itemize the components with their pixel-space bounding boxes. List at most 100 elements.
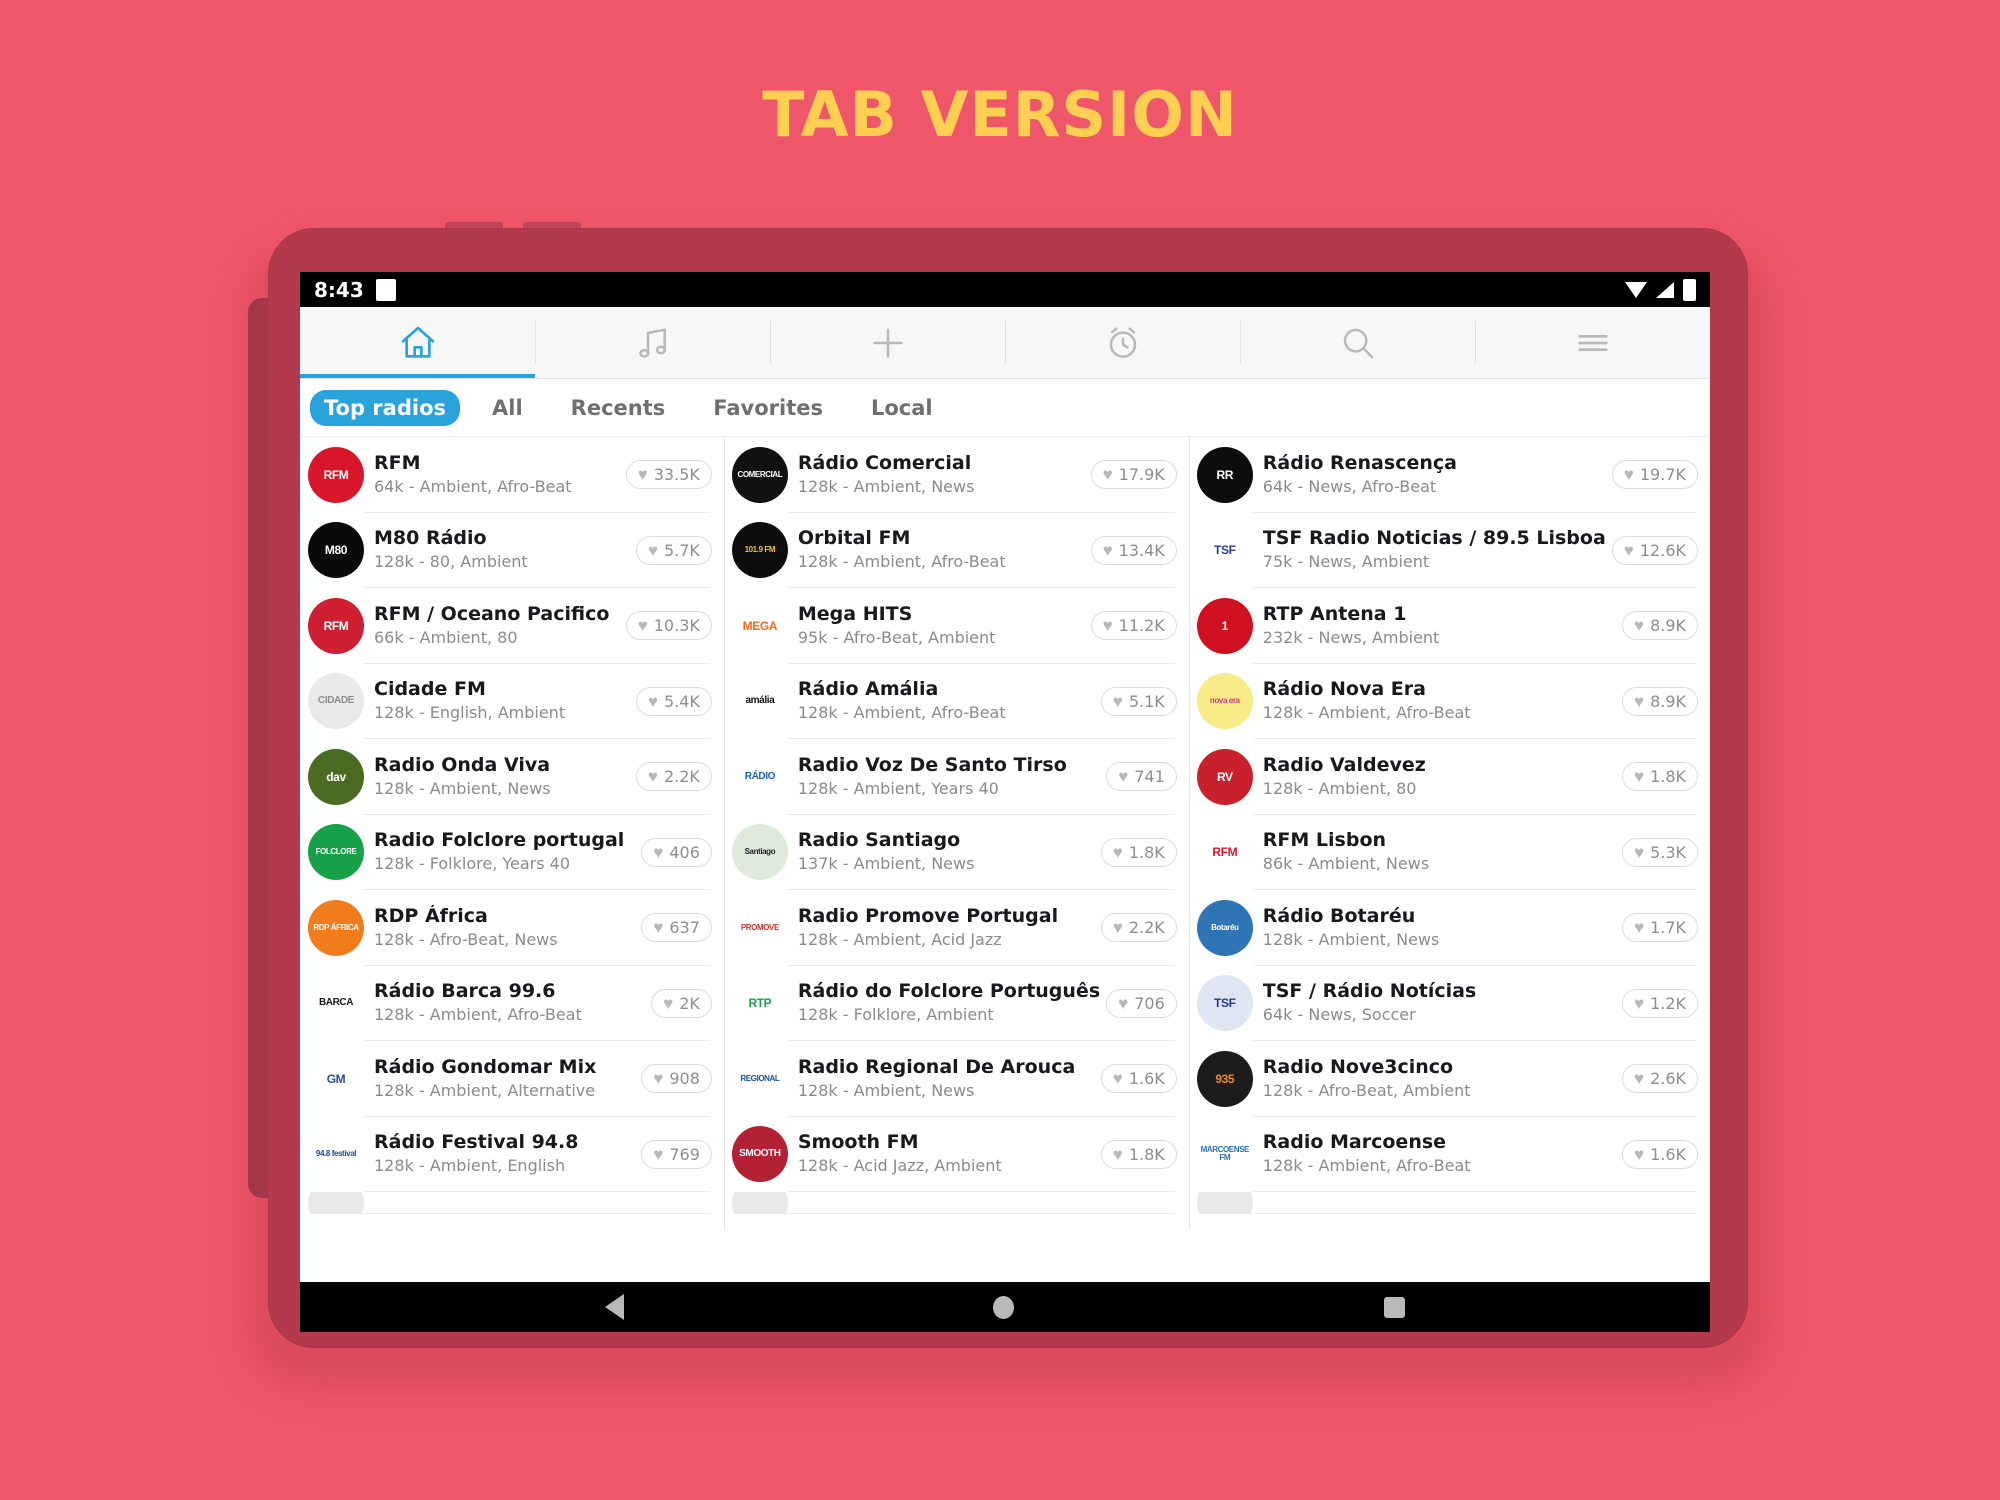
like-count-badge[interactable]: ♥ 17.9K xyxy=(1090,460,1177,490)
station-row[interactable]: 935 Radio Nove3cinco 128k - Afro-Beat, Amb… xyxy=(1189,1041,1710,1117)
signal-icon xyxy=(1656,281,1674,298)
station-row[interactable]: SMOOTH Smooth FM 128k - Acid Jazz, Ambient… xyxy=(724,1117,1189,1193)
like-count-badge[interactable]: ♥ 1.8K xyxy=(1621,762,1698,792)
station-meta: 66k - Ambient, 80 xyxy=(374,627,518,647)
station-row[interactable]: RÁDIO Radio Voz De Santo Tirso 128k - Ambi… xyxy=(724,739,1189,815)
station-logo: MEGA xyxy=(731,597,788,654)
station-row[interactable]: dav Radio Onda Viva 128k - Ambient, News ♥ 2… xyxy=(300,739,724,815)
station-row[interactable]: M80 M80 Rádio 128k - 80, Ambient ♥ 5.7K xyxy=(300,513,724,589)
like-count-badge[interactable]: ♥ 5.7K xyxy=(635,535,712,565)
like-count-badge[interactable]: ♥ 2K xyxy=(651,988,712,1018)
station-meta: 128k - Acid Jazz, Ambient xyxy=(797,1156,1002,1176)
station-meta: 64k - News, Soccer xyxy=(1262,1005,1416,1025)
like-count-badge[interactable]: ♥ 5.4K xyxy=(635,686,712,716)
heart-icon: ♥ xyxy=(1623,540,1634,560)
like-count-badge[interactable]: ♥ 1.2K xyxy=(1621,988,1698,1018)
station-row-partial[interactable] xyxy=(1189,1192,1710,1214)
like-count-badge[interactable]: ♥ 2.2K xyxy=(1100,913,1177,943)
like-count-badge[interactable]: ♥ 19.7K xyxy=(1611,460,1698,490)
tab-alarm[interactable] xyxy=(1005,307,1240,378)
station-row[interactable]: RR Rádio Renascença 64k - News, Afro-Beat ♥… xyxy=(1189,437,1710,513)
station-row[interactable]: amália Rádio Amália 128k - Ambient, Afro-B… xyxy=(724,664,1189,740)
back-triangle-icon[interactable] xyxy=(604,1294,624,1320)
station-row[interactable]: RFM RFM Lisbon 86k - Ambient, News ♥ 5.3K xyxy=(1189,815,1710,891)
station-row[interactable]: MARCOENSE FM Radio Marcoense 128k - Ambien… xyxy=(1189,1117,1710,1193)
heart-icon: ♥ xyxy=(1633,691,1645,711)
like-count-badge[interactable]: ♥ 33.5K xyxy=(625,460,712,490)
tab-add[interactable] xyxy=(770,307,1005,378)
like-count-badge[interactable]: ♥ 908 xyxy=(641,1064,712,1094)
station-row[interactable]: RDP ÁFRICA RDP África 128k - Afro-Beat, Ne… xyxy=(300,890,724,966)
filter-local[interactable]: Local xyxy=(855,390,949,426)
station-row[interactable]: GM Rádio Gondomar Mix 128k - Ambient, Alte… xyxy=(300,1041,724,1117)
like-count-badge[interactable]: ♥ 1.8K xyxy=(1100,1139,1177,1169)
station-row[interactable]: PROMOVE Radio Promove Portugal 128k - Ambi… xyxy=(724,890,1189,966)
like-count-badge[interactable]: ♥ 8.9K xyxy=(1621,611,1698,641)
like-count-badge[interactable]: ♥ 2.6K xyxy=(1621,1064,1698,1094)
heart-icon: ♥ xyxy=(637,465,648,485)
tab-music[interactable] xyxy=(535,307,770,378)
like-count-badge[interactable]: ♥ 406 xyxy=(641,837,712,867)
home-circle-icon[interactable] xyxy=(993,1295,1015,1319)
station-row[interactable]: 1 RTP Antena 1 232k - News, Ambient ♥ 8.9K xyxy=(1189,588,1710,664)
station-row[interactable]: TSF TSF Radio Noticias / 89.5 Lisboa 75k -… xyxy=(1189,513,1710,589)
station-row[interactable]: BARCA Rádio Barca 99.6 128k - Ambient, Afr… xyxy=(300,966,724,1042)
like-count-badge[interactable]: ♥ 1.7K xyxy=(1621,913,1698,943)
station-row[interactable]: RFM RFM / Oceano Pacifico 66k - Ambient, 8… xyxy=(300,588,724,664)
like-count-badge[interactable]: ♥ 769 xyxy=(641,1139,712,1169)
station-info: RFM 64k - Ambient, Afro-Beat xyxy=(374,452,620,498)
like-count-badge[interactable]: ♥ 1.6K xyxy=(1100,1064,1177,1094)
station-row[interactable]: 94.8 festival Rádio Festival 94.8 128k - A… xyxy=(300,1117,724,1193)
station-name: Radio Promove Portugal xyxy=(797,904,1059,927)
music-note-icon xyxy=(633,323,673,363)
like-count: 5.7K xyxy=(663,540,700,560)
like-count-badge[interactable]: ♥ 13.4K xyxy=(1090,535,1177,565)
station-row[interactable]: FOLCLORE Radio Folclore portugal 128k - Fo… xyxy=(300,815,724,891)
station-logo: TSF xyxy=(1196,522,1253,579)
like-count-badge[interactable]: ♥ 5.3K xyxy=(1621,837,1698,867)
like-count-badge[interactable]: ♥ 10.3K xyxy=(625,611,712,641)
station-meta: 128k - Ambient, English xyxy=(374,1156,566,1176)
station-row[interactable]: nova era Rádio Nova Era 128k - Ambient, Af… xyxy=(1189,664,1710,740)
station-logo: RTP xyxy=(731,975,788,1032)
station-row[interactable]: 101.9 FM Orbital FM 128k - Ambient, Afro-B… xyxy=(724,513,1189,589)
like-count-badge[interactable]: ♥ 1.6K xyxy=(1621,1139,1698,1169)
station-row[interactable]: TSF TSF / Rádio Notícias 64k - News, Socce… xyxy=(1189,966,1710,1042)
heart-icon: ♥ xyxy=(1102,465,1113,485)
like-count: 17.9K xyxy=(1118,465,1165,485)
station-row-partial[interactable] xyxy=(724,1192,1189,1214)
filter-favorites[interactable]: Favorites xyxy=(697,390,839,426)
station-name: Radio Marcoense xyxy=(1262,1131,1447,1154)
station-row[interactable]: COMERCIAL Rádio Comercial 128k - Ambient, … xyxy=(724,437,1189,513)
like-count-badge[interactable]: ♥ 2.2K xyxy=(635,762,712,792)
station-row[interactable]: RFM RFM 64k - Ambient, Afro-Beat ♥ 33.5K xyxy=(300,437,724,513)
heart-icon: ♥ xyxy=(1112,918,1123,938)
station-name: Rádio Nova Era xyxy=(1262,678,1426,701)
station-row[interactable]: Botaréu Rádio Botaréu 128k - Ambient, News… xyxy=(1189,890,1710,966)
station-row-partial[interactable] xyxy=(300,1192,724,1214)
like-count-badge[interactable]: ♥ 11.2K xyxy=(1090,611,1177,641)
filter-recents[interactable]: Recents xyxy=(555,390,682,426)
recents-square-icon[interactable] xyxy=(1384,1296,1406,1318)
station-info: Radio Marcoense 128k - Ambient, Afro-Beat xyxy=(1263,1131,1616,1177)
station-row[interactable]: MEGA Mega HITS 95k - Afro-Beat, Ambient ♥ 11… xyxy=(724,588,1189,664)
tab-menu[interactable] xyxy=(1475,307,1710,378)
station-info: Rádio Nova Era 128k - Ambient, Afro-Beat xyxy=(1263,678,1616,724)
station-info: Rádio Botaréu 128k - Ambient, News xyxy=(1263,905,1616,951)
station-row[interactable]: Santiago Radio Santiago 137k - Ambient, Ne… xyxy=(724,815,1189,891)
like-count-badge[interactable]: ♥ 5.1K xyxy=(1100,686,1177,716)
station-row[interactable]: RTP Rádio do Folclore Português 128k - Fol… xyxy=(724,966,1189,1042)
station-row[interactable]: CIDADE Cidade FM 128k - English, Ambient ♥ 5… xyxy=(300,664,724,740)
station-row[interactable]: RV Radio Valdevez 128k - Ambient, 80 ♥ 1.8K xyxy=(1189,739,1710,815)
tab-home[interactable] xyxy=(300,307,535,378)
like-count-badge[interactable]: ♥ 12.6K xyxy=(1611,535,1698,565)
like-count-badge[interactable]: ♥ 1.8K xyxy=(1100,837,1177,867)
like-count-badge[interactable]: ♥ 741 xyxy=(1106,762,1177,792)
tab-search[interactable] xyxy=(1240,307,1475,378)
like-count-badge[interactable]: ♥ 706 xyxy=(1106,988,1177,1018)
like-count-badge[interactable]: ♥ 637 xyxy=(641,913,712,943)
like-count-badge[interactable]: ♥ 8.9K xyxy=(1621,686,1698,716)
filter-all[interactable]: All xyxy=(476,390,539,426)
station-row[interactable]: REGIONAL Radio Regional De Arouca 128k - A… xyxy=(724,1041,1189,1117)
filter-top-radios[interactable]: Top radios xyxy=(310,389,460,426)
